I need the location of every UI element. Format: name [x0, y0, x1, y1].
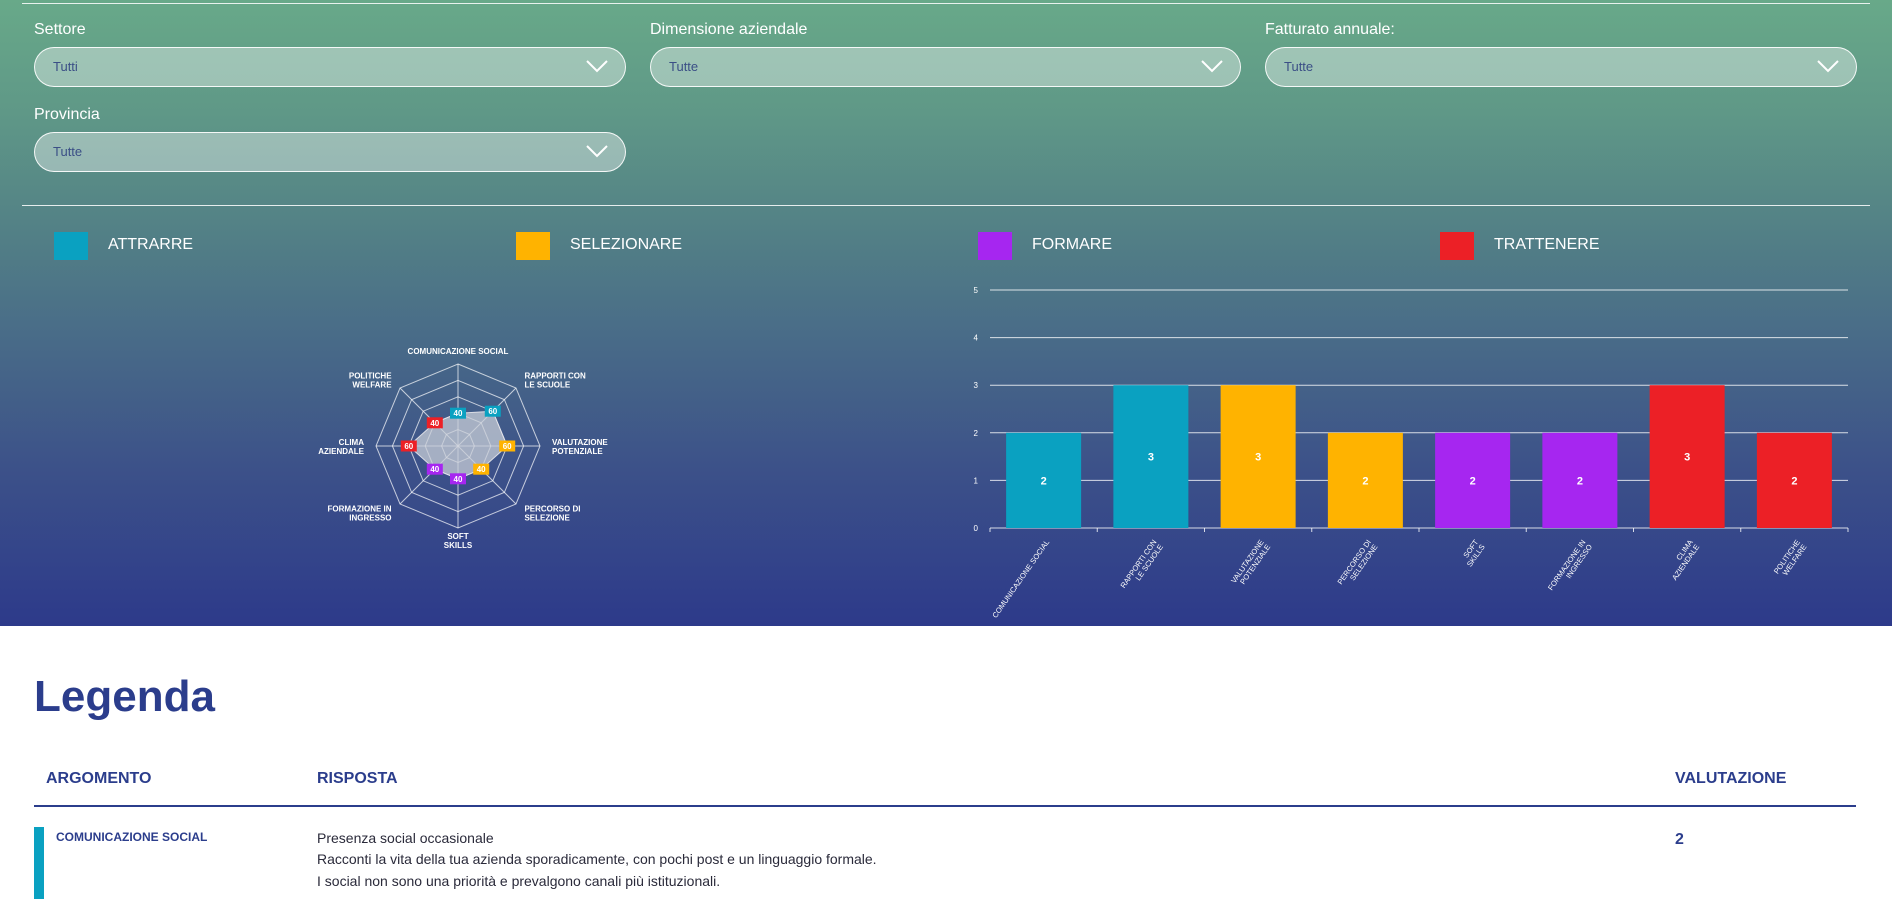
provincia-select[interactable]: Tutte: [34, 132, 626, 172]
bar-ytick-label: 0: [974, 524, 979, 533]
bar-value-label: 2: [1362, 475, 1368, 487]
bar-xtick-label: FORMAZIONE ININGRESSO: [1546, 538, 1594, 597]
header-divider: [34, 805, 1856, 807]
filter-label-fatturato: Fatturato annuale:: [1265, 21, 1395, 38]
bar-value-label: 3: [1255, 452, 1261, 464]
radar-data-area: [408, 410, 508, 480]
bar-xtick-label: VALUTAZIONEPOTENZIALE: [1229, 538, 1272, 590]
bar-chart: 0 1 2 3 4 5 2 3 3 2 2 2 3 2 COMUNICAZIONE SOCIAL RAPPOR…: [974, 286, 1849, 620]
settore-select-value: Tutti: [53, 59, 78, 74]
bar-ytick-label: 2: [974, 429, 979, 438]
settore-select[interactable]: Tutti: [34, 47, 626, 87]
chevron-down-icon: [586, 60, 608, 73]
bar-value-label: 3: [1148, 452, 1154, 464]
bar-ytick-label: 4: [974, 334, 979, 343]
legend-swatch: [516, 232, 550, 260]
row-answer-title: Presenza social occasionale: [317, 830, 494, 846]
legend-label: FORMARE: [1032, 236, 1112, 253]
radar-axis-label: VALUTAZIONE POTENZIALE: [552, 438, 608, 456]
header-valutazione: VALUTAZIONE: [1675, 770, 1787, 787]
radar-axis-label: SOFT SKILLS: [444, 532, 473, 550]
bar-ytick-label: 1: [974, 476, 979, 485]
header-risposta: RISPOSTA: [317, 770, 398, 787]
dimensione-select[interactable]: Tutte: [650, 47, 1241, 87]
radar-value-label: 60: [404, 442, 413, 451]
radar-axis-label: PERCORSO DI SELEZIONE: [524, 504, 580, 522]
radar-value-label: 60: [503, 442, 512, 451]
fatturato-select[interactable]: Tutte: [1265, 47, 1857, 87]
dimensione-select-value: Tutte: [669, 59, 699, 74]
radar-chart: 40 60 60 40 40 40 60 40 COMUNICAZIONE SOCIAL RAPP…: [318, 347, 608, 550]
row-topic: COMUNICAZIONE SOCIAL: [56, 830, 208, 844]
row-answer-line: I social non sono una priorità e prevalg…: [317, 873, 721, 889]
legenda-title: Legenda: [34, 672, 215, 721]
radar-value-label: 40: [477, 465, 486, 474]
bar-xtick-label: CLIMAAZIENDALE: [1663, 538, 1701, 582]
radar-axis-label: CLIMA AZIENDALE: [318, 438, 364, 456]
divider: [22, 3, 1870, 4]
bar-value-label: 2: [1791, 475, 1797, 487]
chevron-down-icon: [1201, 60, 1223, 73]
legend-swatch: [1440, 232, 1474, 260]
radar-axis-label: POLITICHE WELFARE: [349, 372, 392, 390]
radar-value-label: 60: [488, 407, 497, 416]
bar-ytick-label: 5: [974, 286, 979, 295]
bar-xtick-label: SOFTSKILLS: [1458, 538, 1487, 569]
row-color-bar: [34, 827, 44, 899]
radar-axis-label: COMUNICAZIONE SOCIAL: [408, 347, 509, 356]
radar-value-label: 40: [430, 465, 439, 474]
bar-xtick-label: PERCORSO DISELEZIONE: [1336, 538, 1380, 591]
bar-value-label: 2: [1470, 475, 1476, 487]
legend-swatch: [978, 232, 1012, 260]
header-argomento: ARGOMENTO: [46, 770, 152, 787]
row-answer-line: Racconti la vita della tua azienda spora…: [317, 851, 877, 867]
filter-label-dimensione: Dimensione aziendale: [650, 21, 808, 38]
chevron-down-icon: [1817, 60, 1839, 73]
filter-label-settore: Settore: [34, 21, 86, 38]
legend-swatch: [54, 232, 88, 260]
radar-value-label: 40: [454, 409, 463, 418]
provincia-select-value: Tutte: [53, 144, 83, 159]
chevron-down-icon: [586, 145, 608, 158]
radar-value-label: 40: [454, 475, 463, 484]
fatturato-select-value: Tutte: [1284, 59, 1314, 74]
filter-label-provincia: Provincia: [34, 106, 100, 123]
bar-xtick-label: RAPPORTI CONLE SCUOLE: [1118, 538, 1165, 594]
legend-label: TRATTENERE: [1494, 236, 1600, 253]
bar-ytick-label: 3: [974, 381, 979, 390]
bar-value-label: 3: [1684, 452, 1690, 464]
radar-axis-label: FORMAZIONE IN INGRESSO: [328, 504, 392, 522]
legend-label: ATTRARRE: [108, 236, 194, 253]
bar-value-label: 2: [1577, 475, 1583, 487]
row-score: 2: [1675, 831, 1684, 848]
legend-label: SELEZIONARE: [570, 236, 683, 253]
bar-xtick-label: POLITICHEWELFARE: [1772, 538, 1809, 580]
radar-value-label: 40: [430, 419, 439, 428]
bar-value-label: 2: [1041, 475, 1047, 487]
bar-xtick-label: COMUNICAZIONE SOCIAL: [990, 538, 1051, 620]
divider: [22, 205, 1870, 206]
radar-axis-label: RAPPORTI CON LE SCUOLE: [524, 372, 586, 390]
dashboard-hero: Settore Tutti Dimensione aziendale Tutte…: [0, 0, 1892, 626]
